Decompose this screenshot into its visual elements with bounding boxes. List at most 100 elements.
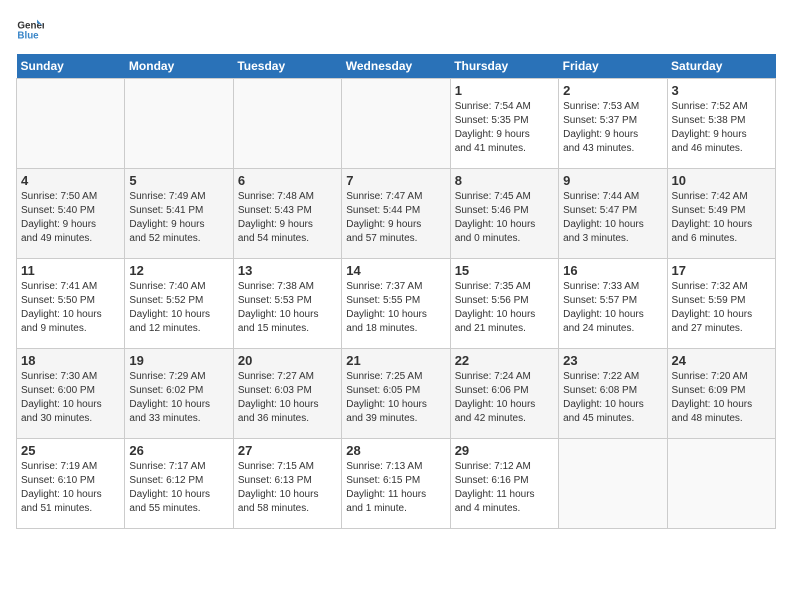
day-cell: 24 Sunrise: 7:20 AM Sunset: 6:09 PM Dayli… (667, 349, 775, 439)
day-cell: 23 Sunrise: 7:22 AM Sunset: 6:08 PM Dayli… (559, 349, 667, 439)
day-cell: 17Sunrise: 7:32 AM Sunset: 5:59 PM Dayli… (667, 259, 775, 349)
day-cell: 4 Sunrise: 7:50 AM Sunset: 5:40 PM Daylig… (17, 169, 125, 259)
day-cell: 5 Sunrise: 7:49 AM Sunset: 5:41 PM Daylig… (125, 169, 233, 259)
week-row-3: 11 Sunrise: 7:41 AM Sunset: 5:50 PM Dayli… (17, 259, 776, 349)
day-number: 26 (129, 443, 228, 458)
day-info: Sunrise: 7:13 AM Sunset: 6:15 PM Dayligh… (346, 460, 445, 516)
day-number: 12 (129, 263, 228, 278)
day-number: 29 (455, 443, 554, 458)
day-info: Sunrise: 7:32 AM Sunset: 5:59 PM Dayligh… (672, 280, 771, 336)
day-number: 6 (238, 173, 337, 188)
weekday-header-thursday: Thursday (450, 54, 558, 79)
day-info: Sunrise: 7:40 AM Sunset: 5:52 PM Dayligh… (129, 280, 228, 336)
day-cell: 29Sunrise: 7:12 AM Sunset: 6:16 PM Dayli… (450, 439, 558, 529)
weekday-header-monday: Monday (125, 54, 233, 79)
day-number: 23 (563, 353, 662, 368)
day-number: 14 (346, 263, 445, 278)
day-number: 7 (346, 173, 445, 188)
day-cell: 7 Sunrise: 7:47 AM Sunset: 5:44 PM Daylig… (342, 169, 450, 259)
day-cell: 21 Sunrise: 7:25 AM Sunset: 6:05 PM Dayli… (342, 349, 450, 439)
header: General Blue (16, 16, 776, 44)
day-cell: 19 Sunrise: 7:29 AM Sunset: 6:02 PM Dayli… (125, 349, 233, 439)
week-row-1: 1Sunrise: 7:54 AM Sunset: 5:35 PM Daylig… (17, 79, 776, 169)
weekday-header-wednesday: Wednesday (342, 54, 450, 79)
day-info: Sunrise: 7:20 AM Sunset: 6:09 PM Dayligh… (672, 370, 771, 426)
day-info: Sunrise: 7:19 AM Sunset: 6:10 PM Dayligh… (21, 460, 120, 516)
day-cell: 9Sunrise: 7:44 AM Sunset: 5:47 PM Daylig… (559, 169, 667, 259)
day-info: Sunrise: 7:15 AM Sunset: 6:13 PM Dayligh… (238, 460, 337, 516)
weekday-header-friday: Friday (559, 54, 667, 79)
day-info: Sunrise: 7:53 AM Sunset: 5:37 PM Dayligh… (563, 100, 662, 156)
day-info: Sunrise: 7:49 AM Sunset: 5:41 PM Dayligh… (129, 190, 228, 246)
logo-icon: General Blue (16, 16, 44, 44)
week-row-4: 18Sunrise: 7:30 AM Sunset: 6:00 PM Dayli… (17, 349, 776, 439)
day-cell: 20 Sunrise: 7:27 AM Sunset: 6:03 PM Dayli… (233, 349, 341, 439)
day-info: Sunrise: 7:17 AM Sunset: 6:12 PM Dayligh… (129, 460, 228, 516)
day-number: 20 (238, 353, 337, 368)
day-info: Sunrise: 7:45 AM Sunset: 5:46 PM Dayligh… (455, 190, 554, 246)
day-info: Sunrise: 7:48 AM Sunset: 5:43 PM Dayligh… (238, 190, 337, 246)
day-info: Sunrise: 7:42 AM Sunset: 5:49 PM Dayligh… (672, 190, 771, 246)
day-cell (233, 79, 341, 169)
day-cell: 1Sunrise: 7:54 AM Sunset: 5:35 PM Daylig… (450, 79, 558, 169)
day-info: Sunrise: 7:22 AM Sunset: 6:08 PM Dayligh… (563, 370, 662, 426)
day-number: 15 (455, 263, 554, 278)
day-info: Sunrise: 7:35 AM Sunset: 5:56 PM Dayligh… (455, 280, 554, 336)
day-number: 19 (129, 353, 228, 368)
day-info: Sunrise: 7:29 AM Sunset: 6:02 PM Dayligh… (129, 370, 228, 426)
day-info: Sunrise: 7:52 AM Sunset: 5:38 PM Dayligh… (672, 100, 771, 156)
day-info: Sunrise: 7:41 AM Sunset: 5:50 PM Dayligh… (21, 280, 120, 336)
day-number: 3 (672, 83, 771, 98)
day-cell: 3 Sunrise: 7:52 AM Sunset: 5:38 PM Daylig… (667, 79, 775, 169)
day-number: 8 (455, 173, 554, 188)
day-number: 22 (455, 353, 554, 368)
day-number: 5 (129, 173, 228, 188)
day-number: 9 (563, 173, 662, 188)
day-number: 28 (346, 443, 445, 458)
day-cell (125, 79, 233, 169)
day-info: Sunrise: 7:47 AM Sunset: 5:44 PM Dayligh… (346, 190, 445, 246)
day-cell: 16Sunrise: 7:33 AM Sunset: 5:57 PM Dayli… (559, 259, 667, 349)
weekday-header-tuesday: Tuesday (233, 54, 341, 79)
day-cell: 18Sunrise: 7:30 AM Sunset: 6:00 PM Dayli… (17, 349, 125, 439)
calendar-table: SundayMondayTuesdayWednesdayThursdayFrid… (16, 54, 776, 529)
day-cell: 27 Sunrise: 7:15 AM Sunset: 6:13 PM Dayli… (233, 439, 341, 529)
day-cell: 14Sunrise: 7:37 AM Sunset: 5:55 PM Dayli… (342, 259, 450, 349)
weekday-header-row: SundayMondayTuesdayWednesdayThursdayFrid… (17, 54, 776, 79)
day-number: 24 (672, 353, 771, 368)
weekday-header-saturday: Saturday (667, 54, 775, 79)
day-number: 4 (21, 173, 120, 188)
day-cell: 6 Sunrise: 7:48 AM Sunset: 5:43 PM Daylig… (233, 169, 341, 259)
day-info: Sunrise: 7:25 AM Sunset: 6:05 PM Dayligh… (346, 370, 445, 426)
day-number: 27 (238, 443, 337, 458)
day-number: 18 (21, 353, 120, 368)
day-cell: 12 Sunrise: 7:40 AM Sunset: 5:52 PM Dayli… (125, 259, 233, 349)
day-number: 13 (238, 263, 337, 278)
day-info: Sunrise: 7:50 AM Sunset: 5:40 PM Dayligh… (21, 190, 120, 246)
day-number: 2 (563, 83, 662, 98)
day-number: 16 (563, 263, 662, 278)
logo: General Blue (16, 16, 48, 44)
day-info: Sunrise: 7:54 AM Sunset: 5:35 PM Dayligh… (455, 100, 554, 156)
day-number: 25 (21, 443, 120, 458)
weekday-header-sunday: Sunday (17, 54, 125, 79)
day-cell: 25 Sunrise: 7:19 AM Sunset: 6:10 PM Dayli… (17, 439, 125, 529)
day-info: Sunrise: 7:27 AM Sunset: 6:03 PM Dayligh… (238, 370, 337, 426)
week-row-2: 4 Sunrise: 7:50 AM Sunset: 5:40 PM Daylig… (17, 169, 776, 259)
day-cell (17, 79, 125, 169)
day-cell: 2 Sunrise: 7:53 AM Sunset: 5:37 PM Daylig… (559, 79, 667, 169)
day-cell (667, 439, 775, 529)
day-cell: 15 Sunrise: 7:35 AM Sunset: 5:56 PM Dayli… (450, 259, 558, 349)
day-cell: 22 Sunrise: 7:24 AM Sunset: 6:06 PM Dayli… (450, 349, 558, 439)
day-cell: 28 Sunrise: 7:13 AM Sunset: 6:15 PM Dayli… (342, 439, 450, 529)
day-number: 21 (346, 353, 445, 368)
day-cell: 8 Sunrise: 7:45 AM Sunset: 5:46 PM Daylig… (450, 169, 558, 259)
day-cell (342, 79, 450, 169)
day-info: Sunrise: 7:24 AM Sunset: 6:06 PM Dayligh… (455, 370, 554, 426)
day-cell: 10 Sunrise: 7:42 AM Sunset: 5:49 PM Dayli… (667, 169, 775, 259)
day-number: 10 (672, 173, 771, 188)
day-info: Sunrise: 7:38 AM Sunset: 5:53 PM Dayligh… (238, 280, 337, 336)
day-cell: 13 Sunrise: 7:38 AM Sunset: 5:53 PM Dayli… (233, 259, 341, 349)
day-number: 11 (21, 263, 120, 278)
day-cell (559, 439, 667, 529)
